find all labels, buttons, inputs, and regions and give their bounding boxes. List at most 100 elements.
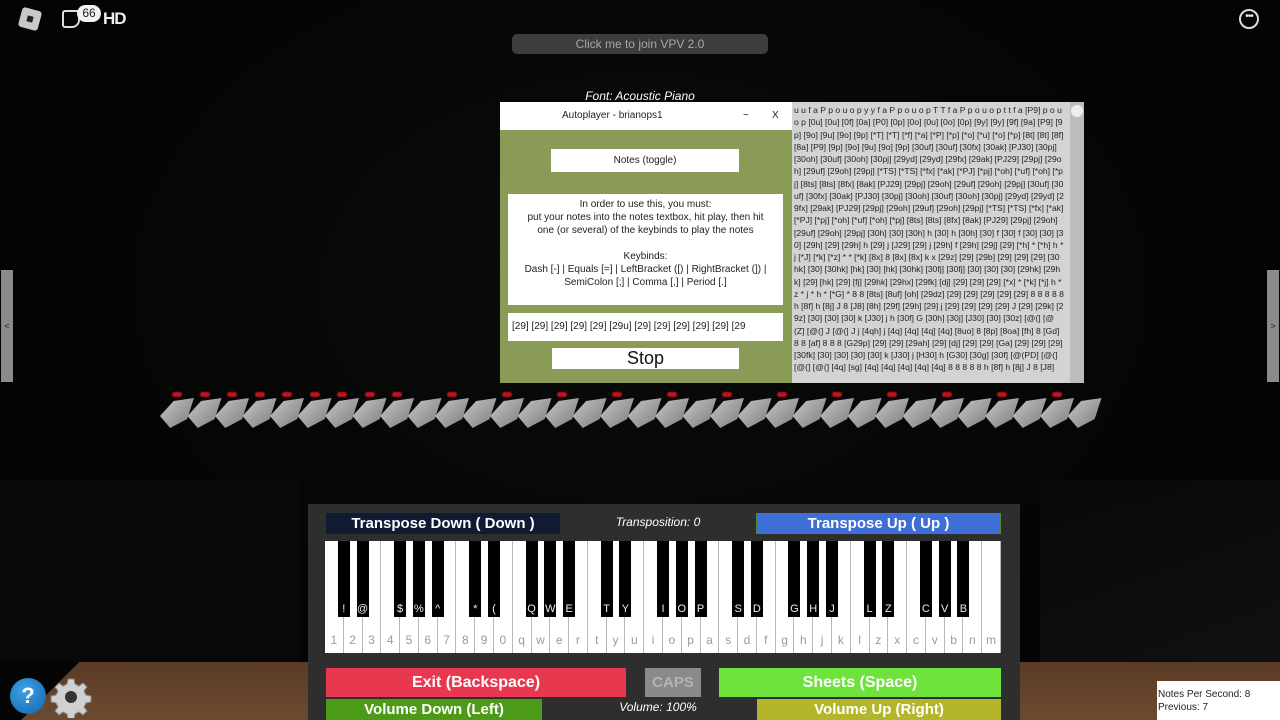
black-key-label: V xyxy=(940,603,949,615)
avatar-creature xyxy=(187,398,222,428)
instructions-panel: In order to use this, you must: put your… xyxy=(508,194,783,305)
red-eyes xyxy=(557,392,567,397)
white-key-label: h xyxy=(799,633,807,647)
black-key[interactable]: ( xyxy=(488,541,500,617)
sheets-button[interactable]: Sheets (Space) xyxy=(719,668,1001,697)
black-key[interactable]: B xyxy=(957,541,970,617)
black-key[interactable]: % xyxy=(412,541,425,617)
red-eyes xyxy=(282,392,292,397)
black-key-label: J xyxy=(829,603,835,615)
black-key-label: Y xyxy=(621,603,630,615)
avatar-creature xyxy=(765,398,799,428)
black-key[interactable]: T xyxy=(600,541,613,617)
black-key[interactable]: J xyxy=(826,541,838,617)
white-key-label: n xyxy=(968,633,976,647)
black-key-label: C xyxy=(921,603,930,615)
white-key-label: 3 xyxy=(368,633,375,647)
menu-more-icon[interactable]: ••• xyxy=(1239,9,1259,29)
keybinds-line: Dash [-] | Equals [=] | LeftBracket ([) … xyxy=(524,264,767,275)
volume-down-button[interactable]: Volume Down (Left) xyxy=(326,699,542,720)
black-key[interactable]: S xyxy=(732,541,745,617)
close-button[interactable]: X xyxy=(772,102,779,130)
instructions-line: one (or several) of the keybinds to play… xyxy=(537,225,754,236)
white-key-label: 2 xyxy=(349,633,356,647)
black-key[interactable]: ! xyxy=(337,541,350,617)
black-key[interactable]: $ xyxy=(394,541,407,617)
black-key[interactable]: G xyxy=(788,541,801,617)
white-key-label: x xyxy=(894,633,901,647)
avatar-creature xyxy=(710,398,744,428)
notes-toggle-button[interactable]: Notes (toggle) xyxy=(551,149,739,172)
previous-nps: Previous: 7 xyxy=(1158,702,1209,713)
red-eyes xyxy=(309,392,320,397)
white-key-label: i xyxy=(651,633,655,647)
exit-button[interactable]: Exit (Backspace) xyxy=(326,668,626,697)
notes-scrollbar-thumb[interactable] xyxy=(1071,105,1083,117)
caps-button[interactable]: CAPS xyxy=(645,668,701,697)
black-key[interactable]: W xyxy=(544,541,557,617)
red-eyes xyxy=(364,392,375,397)
settings-gear-icon[interactable] xyxy=(50,676,92,720)
avatar-creature xyxy=(737,398,772,428)
red-eyes xyxy=(337,392,347,397)
black-key[interactable]: E xyxy=(563,541,576,617)
white-key-label: u xyxy=(630,633,638,647)
chevron-left-icon[interactable]: < xyxy=(1,270,13,382)
black-key[interactable]: O xyxy=(675,541,688,617)
red-eyes xyxy=(832,392,842,397)
black-key[interactable]: P xyxy=(694,541,707,617)
autoplayer-titlebar[interactable]: Autoplayer - brianops1 ~ X xyxy=(500,102,792,130)
avatar-creature xyxy=(847,398,882,428)
black-key[interactable]: C xyxy=(919,541,932,617)
notes-input[interactable] xyxy=(508,313,783,341)
help-icon[interactable]: ? xyxy=(10,678,46,714)
minimize-button[interactable]: ~ xyxy=(743,102,749,130)
black-key[interactable]: H xyxy=(807,541,820,617)
red-eyes xyxy=(722,392,732,397)
avatar-creature xyxy=(435,398,469,428)
white-key-label: t xyxy=(595,633,599,647)
avatar-creature xyxy=(490,398,524,428)
black-key-label: * xyxy=(473,603,478,615)
black-key[interactable]: Y xyxy=(619,541,632,617)
red-eyes xyxy=(777,392,787,397)
notes-per-second-panel: Notes Per Second: 8 Previous: 7 xyxy=(1157,681,1280,720)
white-key-label: 0 xyxy=(499,633,507,647)
white-key-label: q xyxy=(518,633,525,647)
join-vpv-button[interactable]: Click me to join VPV 2.0 xyxy=(512,34,768,54)
notes-scrollbar[interactable] xyxy=(1070,102,1084,383)
avatar-creature xyxy=(380,398,414,428)
keybinds-title: Keybinds: xyxy=(623,251,668,262)
black-key-label: G xyxy=(790,603,799,615)
black-key[interactable]: Q xyxy=(525,541,538,617)
avatar-creature xyxy=(325,398,359,428)
white-key[interactable]: m xyxy=(982,541,1001,653)
white-key-label: z xyxy=(875,633,882,647)
black-key-label: O xyxy=(677,603,687,615)
red-eyes xyxy=(227,392,237,397)
red-eyes xyxy=(667,392,677,397)
black-key-label: I xyxy=(661,603,665,615)
black-key[interactable]: L xyxy=(863,541,876,617)
black-key[interactable]: I xyxy=(657,541,669,617)
notes-per-second: Notes Per Second: 8 xyxy=(1158,689,1251,700)
notes-textbox[interactable]: u u f a P p o u o p y y f a P p o u o p … xyxy=(792,102,1084,383)
chevron-right-icon[interactable]: > xyxy=(1267,270,1279,382)
avatar-creature xyxy=(682,398,717,428)
black-key[interactable]: Z xyxy=(882,541,895,617)
stop-button[interactable]: Stop xyxy=(552,348,739,369)
black-key[interactable]: D xyxy=(750,541,763,617)
white-key-label: 6 xyxy=(424,633,432,647)
black-key[interactable]: ^ xyxy=(431,541,444,617)
transpose-down-button[interactable]: Transpose Down ( Down ) xyxy=(326,513,560,534)
black-key[interactable]: V xyxy=(938,541,951,617)
black-key-label: B xyxy=(959,603,968,615)
volume-up-button[interactable]: Volume Up (Right) xyxy=(757,699,1001,720)
black-key[interactable]: @ xyxy=(356,541,369,617)
red-eyes xyxy=(502,392,512,397)
red-eyes xyxy=(172,392,182,397)
black-key-label: P xyxy=(696,603,705,615)
keybinds-line: SemiColon [;] | Comma [,] | Period [.] xyxy=(564,277,727,288)
black-key[interactable]: * xyxy=(469,541,482,617)
transpose-up-button[interactable]: Transpose Up ( Up ) xyxy=(756,513,1001,534)
